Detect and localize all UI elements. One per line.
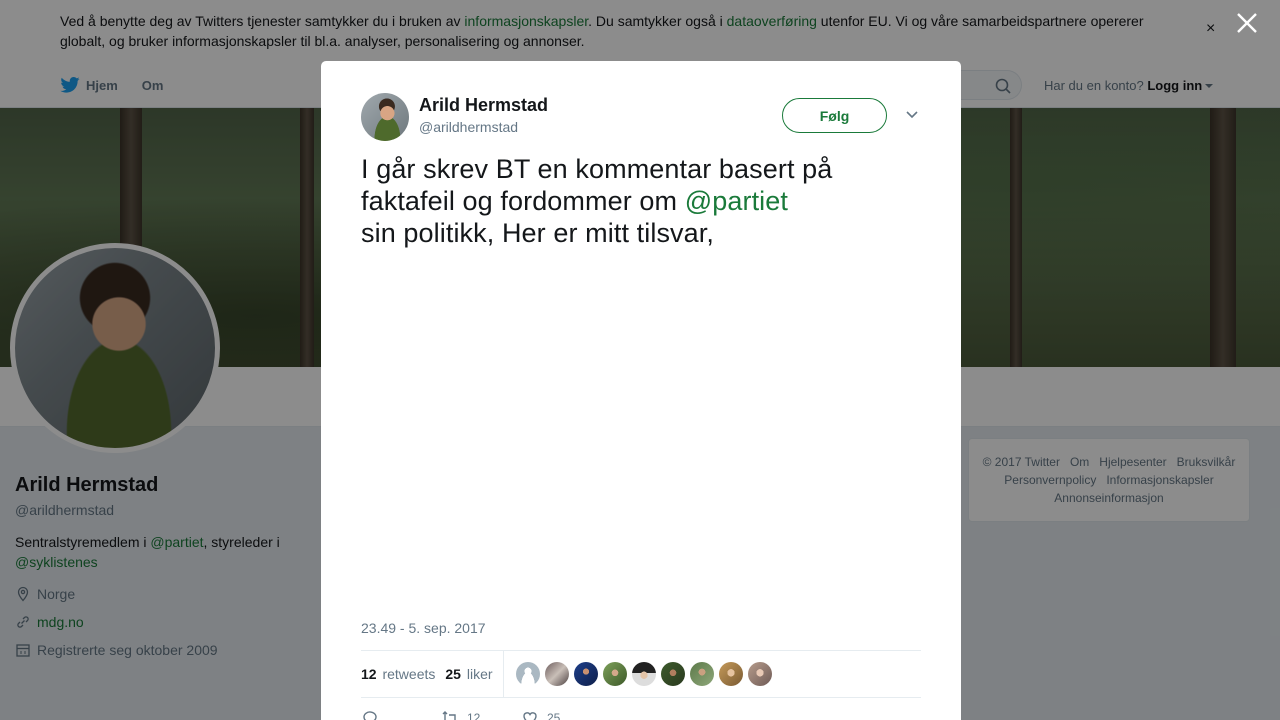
liker-avatar[interactable] <box>515 662 540 686</box>
liker-avatar[interactable] <box>573 662 598 686</box>
like-action-count: 25 <box>547 711 561 720</box>
liker-avatar[interactable] <box>747 662 772 686</box>
retweets-label: retweets <box>382 666 436 682</box>
likes-label: liker <box>466 666 493 682</box>
tweet-stats: 12 retweets 25 liker <box>361 650 921 698</box>
follow-button[interactable]: Følg <box>782 98 887 133</box>
chevron-down-icon[interactable] <box>904 107 920 123</box>
author-avatar[interactable] <box>361 93 409 141</box>
retweets-count: 12 <box>361 666 377 682</box>
likes-count: 25 <box>445 666 461 682</box>
author-handle[interactable]: @arildhermstad <box>419 119 518 135</box>
liker-avatar[interactable] <box>689 662 714 686</box>
like-button[interactable]: 25 <box>521 709 601 720</box>
retweet-action-count: 12 <box>467 711 481 720</box>
tweet-mention-partiet[interactable]: @partiet <box>685 186 788 216</box>
liker-avatars <box>515 662 772 686</box>
liker-avatar[interactable] <box>631 662 656 686</box>
heart-icon <box>523 712 537 720</box>
tweet-timestamp[interactable]: 23.49 - 5. sep. 2017 <box>361 620 486 636</box>
close-icon[interactable] <box>1234 10 1260 36</box>
liker-avatar[interactable] <box>602 662 627 686</box>
tweet-text-2: sin politikk, Her er mitt tilsvar, <box>361 218 714 248</box>
retweet-icon <box>442 711 456 720</box>
tweet-actions: 12 25 <box>361 709 601 720</box>
like-stat[interactable]: 25 liker <box>445 666 492 682</box>
liker-avatar[interactable] <box>544 662 569 686</box>
liker-avatar[interactable] <box>660 662 685 686</box>
reply-button[interactable] <box>361 709 441 720</box>
retweet-button[interactable]: 12 <box>441 709 521 720</box>
liker-avatar[interactable] <box>718 662 743 686</box>
reply-icon <box>363 711 377 720</box>
tweet-text: I går skrev BT en kommentar basert på fa… <box>361 153 921 249</box>
retweet-stat[interactable]: 12 retweets <box>361 666 435 682</box>
stats-divider <box>502 650 504 698</box>
author-name[interactable]: Arild Hermstad <box>419 95 548 116</box>
tweet-modal: Arild Hermstad @arildhermstad Følg I går… <box>321 61 961 720</box>
